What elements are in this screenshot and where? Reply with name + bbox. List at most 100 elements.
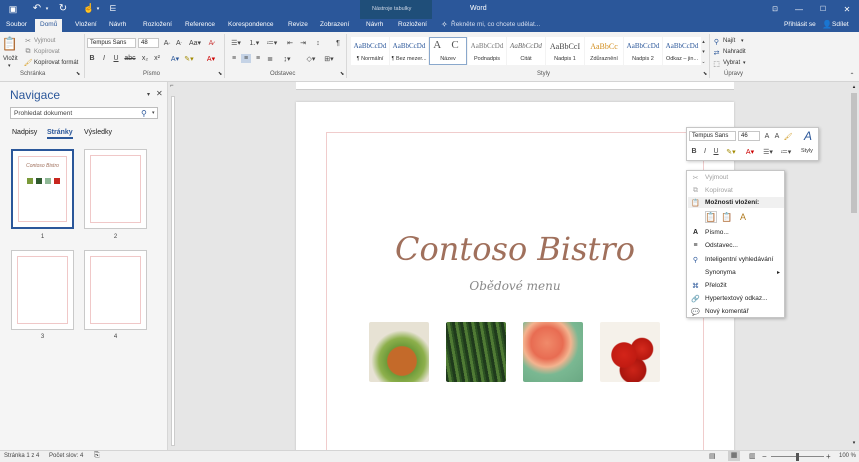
word-count-status[interactable]: Počet slov: 4 <box>49 453 83 459</box>
copy-icon[interactable]: ⧉ <box>24 48 32 56</box>
print-layout-icon[interactable]: ▦ <box>728 451 740 461</box>
mini-size-dropdown[interactable]: 46 <box>738 131 760 141</box>
cut-icon[interactable]: ✂ <box>24 37 32 45</box>
format-painter-icon[interactable]: 🖌 <box>24 59 33 67</box>
style-quote[interactable]: AaBbCcDd Citát <box>507 37 545 65</box>
style-heading1[interactable]: AaBbCcI Nadpis 1 <box>546 37 584 65</box>
zoom-out-icon[interactable]: − <box>762 452 767 461</box>
sign-in-link[interactable]: Přihlásit se <box>784 21 816 28</box>
style-heading2[interactable]: AaBbCcDd Nadpis 2 <box>624 37 662 65</box>
mini-bullets-icon[interactable]: ☰▾ <box>761 147 775 156</box>
tab-table-design[interactable]: Návrh <box>366 21 383 28</box>
mini-grow-font-icon[interactable]: A <box>763 132 771 141</box>
superscript-icon[interactable]: x² <box>153 54 161 63</box>
paste-keep-source-icon[interactable]: 📋 <box>705 211 717 223</box>
tab-results[interactable]: Výsledky <box>84 129 112 136</box>
search-dropdown-icon[interactable]: ▾ <box>152 110 155 116</box>
sort-icon[interactable]: ↕ <box>313 38 323 48</box>
mini-underline-icon[interactable]: U <box>712 147 720 156</box>
page-count-status[interactable]: Stránka 1 z 4 <box>4 453 39 459</box>
horizontal-ruler[interactable] <box>296 82 734 90</box>
mini-font-dropdown[interactable]: Tempus Sans <box>689 131 736 141</box>
find-icon[interactable]: ⚲ <box>712 37 721 46</box>
document-subtitle[interactable]: Obědové menu <box>296 279 734 293</box>
document-title[interactable]: Contoso Bistro <box>296 230 734 268</box>
style-title[interactable]: A C Název <box>429 37 467 65</box>
strikethrough-icon[interactable]: abc <box>124 54 135 63</box>
paste-text-only-icon[interactable]: A <box>737 211 749 223</box>
page-thumbnail-2[interactable] <box>84 149 147 229</box>
style-normal[interactable]: AaBbCcDd ¶ Normální <box>351 37 389 65</box>
align-left-icon[interactable]: ≡ <box>229 54 239 63</box>
align-right-icon[interactable]: ≡ <box>253 54 263 63</box>
increase-indent-icon[interactable]: ⇥ <box>298 38 308 48</box>
tell-me-input[interactable]: Řekněte mi, co chcete udělat... <box>451 21 540 28</box>
font-launcher-icon[interactable]: ⬊ <box>218 71 222 77</box>
page-thumbnail-1[interactable]: Contoso Bistro <box>11 149 74 229</box>
paste-button[interactable]: Vložit <box>3 56 18 62</box>
minimize-icon[interactable]: — <box>794 4 804 14</box>
mini-highlight-icon[interactable]: ✎▾ <box>724 147 738 156</box>
ctx-hyperlink[interactable]: Hypertextový odkaz... <box>705 295 768 302</box>
copy-button[interactable]: Kopírovat <box>34 49 60 55</box>
ctx-cut[interactable]: Vyjmout <box>705 174 728 181</box>
tab-references[interactable]: Reference <box>185 21 215 28</box>
paste-merge-icon[interactable]: 📋 <box>721 211 733 223</box>
change-case-icon[interactable]: Aa▾ <box>189 38 201 48</box>
clipboard-launcher-icon[interactable]: ⬊ <box>76 71 80 77</box>
ctx-font[interactable]: Písmo... <box>705 229 729 236</box>
mini-bold-icon[interactable]: B <box>690 147 698 156</box>
tab-view[interactable]: Zobrazení <box>320 21 349 28</box>
photo-tomatoes[interactable] <box>600 322 660 382</box>
cut-button[interactable]: Vyjmout <box>34 38 55 44</box>
web-layout-icon[interactable]: ▥ <box>749 452 756 460</box>
photo-peas[interactable] <box>369 322 429 382</box>
mini-format-painter-icon[interactable]: 🖌 <box>784 132 793 141</box>
decrease-indent-icon[interactable]: ⇤ <box>285 38 295 48</box>
show-marks-icon[interactable]: ¶ <box>333 38 343 48</box>
scroll-down-icon[interactable]: ▾ <box>850 440 858 447</box>
customize-qat-icon[interactable]: ⋿ <box>108 3 118 13</box>
pane-close-icon[interactable]: ✕ <box>156 89 163 98</box>
paragraph-launcher-icon[interactable]: ⬊ <box>340 71 344 77</box>
ctx-paragraph[interactable]: Odstavec... <box>705 242 738 249</box>
font-name-dropdown[interactable]: Tempus Sans <box>87 38 136 48</box>
undo-dropdown-icon[interactable]: ▾ <box>44 6 50 12</box>
text-effects-icon[interactable]: A▾ <box>170 54 180 63</box>
zoom-slider-thumb[interactable] <box>796 453 799 461</box>
numbering-icon[interactable]: ⒈▾ <box>247 38 261 48</box>
photo-grapefruit[interactable] <box>523 322 583 382</box>
styles-scroll-down-icon[interactable]: ▾ <box>700 47 707 56</box>
ctx-copy[interactable]: Kopírovat <box>705 187 733 194</box>
tab-layout[interactable]: Rozložení <box>143 21 172 28</box>
multilevel-list-icon[interactable]: ≔▾ <box>265 38 279 48</box>
bullets-icon[interactable]: ☰▾ <box>229 38 243 48</box>
tab-headings[interactable]: Nadpisy <box>12 129 37 136</box>
vertical-ruler[interactable] <box>169 82 177 450</box>
subscript-icon[interactable]: x₂ <box>141 54 149 63</box>
search-document-input[interactable]: Prohledat dokument <box>14 110 72 117</box>
search-icon[interactable]: ⚲ <box>141 109 147 118</box>
style-emphasis[interactable]: AaBbCc Zdůraznění <box>585 37 623 65</box>
search-document-box[interactable]: Prohledat dokument ⚲ ▾ <box>10 107 158 119</box>
page-thumbnail-3[interactable] <box>11 250 74 330</box>
borders-icon[interactable]: ⊞▾ <box>322 54 336 63</box>
mini-styles-label[interactable]: Styly <box>801 148 813 154</box>
find-button[interactable]: Najít <box>723 38 735 44</box>
mini-italic-icon[interactable]: I <box>701 147 709 156</box>
clear-formatting-icon[interactable]: A̷ <box>206 38 216 48</box>
highlight-icon[interactable]: ✎▾ <box>184 54 194 63</box>
save-icon[interactable]: ▣ <box>8 4 18 14</box>
align-center-icon[interactable]: ≡ <box>241 54 251 63</box>
underline-icon[interactable]: U <box>112 54 120 63</box>
ctx-translate[interactable]: Přeložit <box>705 282 727 289</box>
zoom-level[interactable]: 100 % <box>839 453 856 459</box>
styles-more-icon[interactable]: ⌄ <box>700 57 707 66</box>
tab-insert[interactable]: Vložení <box>75 21 97 28</box>
select-icon[interactable]: ⬚ <box>712 59 721 68</box>
style-no-spacing[interactable]: AaBbCcDd ¶ Bez mezer... <box>390 37 428 65</box>
line-spacing-icon[interactable]: ↨▾ <box>280 54 294 63</box>
find-dropdown-icon[interactable]: ▾ <box>741 38 744 44</box>
collapse-ribbon-icon[interactable]: ⌃ <box>848 71 856 79</box>
mini-styles-icon[interactable]: A <box>799 129 817 143</box>
